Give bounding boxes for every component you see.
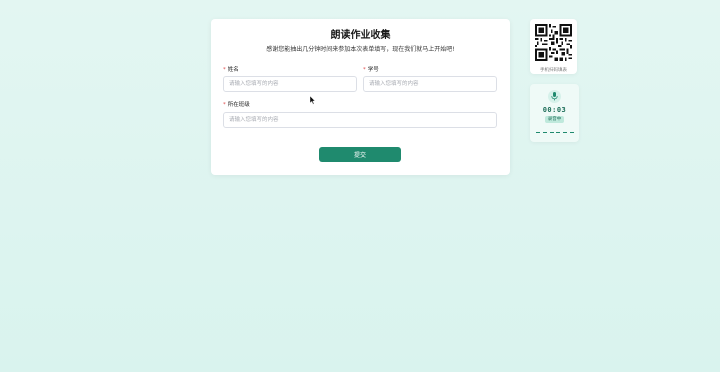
- required-marker: *: [223, 67, 226, 73]
- audio-waveform: [536, 132, 574, 134]
- field-label-text: 姓名: [227, 67, 239, 73]
- form-card: 朗读作业收集 感谢您能抽出几分钟时间来参加本次表单填写，现在我们就马上开始吧! …: [211, 19, 510, 175]
- field-label-text: 学号: [367, 67, 379, 73]
- field-label-name: * 姓名: [223, 65, 239, 73]
- required-marker: *: [363, 67, 366, 73]
- field-label-class: * 所在班级: [223, 100, 250, 108]
- class-input[interactable]: [223, 112, 497, 128]
- qr-caption: 手机扫码填表: [540, 68, 567, 73]
- recorder-card: 00:03 录音中: [530, 84, 579, 142]
- mouse-cursor-icon: [310, 96, 316, 105]
- form-title: 朗读作业收集: [330, 30, 391, 41]
- recording-status-badge: 录音中: [545, 116, 564, 123]
- submit-button[interactable]: 提交: [319, 147, 401, 162]
- student-id-input[interactable]: [363, 76, 497, 92]
- field-label-student-id: * 学号: [363, 65, 379, 73]
- qr-code-icon: [535, 24, 572, 61]
- recording-timer: 00:03: [542, 106, 567, 114]
- qr-card: 手机扫码填表: [530, 19, 577, 74]
- required-marker: *: [223, 102, 226, 108]
- microphone-button[interactable]: [548, 90, 561, 103]
- microphone-icon: [551, 92, 558, 101]
- name-input[interactable]: [223, 76, 357, 92]
- form-subtitle: 感谢您能抽出几分钟时间来参加本次表单填写，现在我们就马上开始吧!: [266, 46, 455, 53]
- field-label-text: 所在班级: [227, 102, 250, 108]
